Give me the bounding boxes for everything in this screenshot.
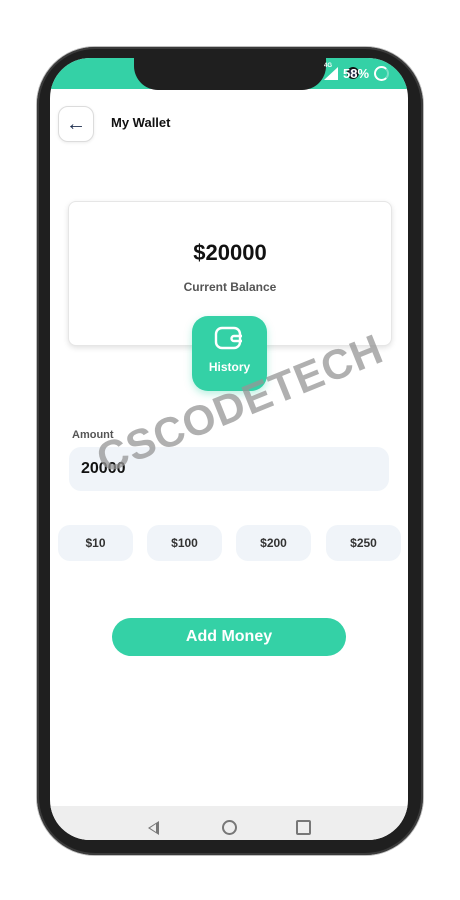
nav-back-icon[interactable] bbox=[148, 821, 159, 835]
quick-amount-10[interactable]: $10 bbox=[58, 525, 133, 561]
balance-label: Current Balance bbox=[183, 280, 277, 294]
history-button[interactable]: History bbox=[192, 316, 267, 391]
camera-notch bbox=[134, 58, 357, 90]
quick-amount-250[interactable]: $250 bbox=[326, 525, 401, 561]
network-type: 4G bbox=[324, 62, 333, 69]
quick-amount-row: $10 $100 $200 $250 bbox=[58, 525, 408, 561]
add-money-button[interactable]: Add Money bbox=[112, 618, 346, 656]
system-nav-bar bbox=[50, 806, 408, 840]
nav-recents-icon[interactable] bbox=[296, 820, 311, 835]
battery-percent: 58% bbox=[343, 65, 370, 81]
wallet-icon bbox=[214, 326, 242, 350]
phone-screen: 4G 58% ← My Wallet $20000 Current Balanc… bbox=[50, 58, 408, 840]
history-label: History bbox=[208, 360, 251, 374]
arrow-left-icon: ← bbox=[66, 112, 86, 135]
battery-icon bbox=[374, 65, 390, 81]
quick-amount-100[interactable]: $100 bbox=[147, 525, 222, 561]
balance-amount: $20000 bbox=[193, 240, 267, 265]
back-button[interactable]: ← bbox=[58, 106, 94, 142]
amount-input[interactable] bbox=[69, 447, 389, 491]
page-title: My Wallet bbox=[111, 115, 171, 130]
nav-home-icon[interactable] bbox=[222, 820, 237, 835]
quick-amount-200[interactable]: $200 bbox=[236, 525, 311, 561]
status-icons: 4G 58% bbox=[324, 63, 408, 82]
signal-icon: 4G bbox=[324, 63, 338, 80]
amount-label: Amount bbox=[72, 429, 114, 441]
